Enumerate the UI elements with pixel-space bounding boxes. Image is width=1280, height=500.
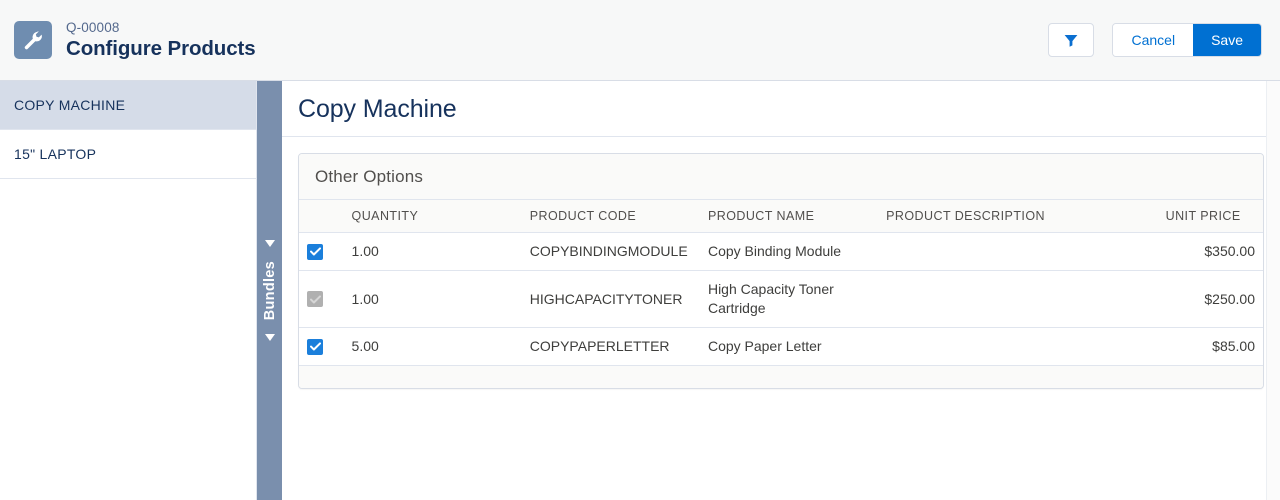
products-table-body: 1.00 COPYBINDINGMODULE Copy Binding Modu… bbox=[299, 232, 1263, 366]
vertical-scrollbar-gutter[interactable] bbox=[1266, 81, 1280, 500]
table-row: 1.00 HIGHCAPACITYTONER High Capacity Ton… bbox=[299, 270, 1263, 328]
filter-funnel-icon bbox=[1064, 34, 1078, 47]
cell-product-code: HIGHCAPACITYTONER bbox=[521, 270, 700, 328]
card-title: Other Options bbox=[315, 166, 424, 186]
table-row: 5.00 COPYPAPERLETTER Copy Paper Letter $… bbox=[299, 327, 1263, 366]
save-button[interactable]: Save bbox=[1193, 24, 1261, 56]
cell-product-code: COPYPAPERLETTER bbox=[521, 327, 700, 366]
cell-quantity: 5.00 bbox=[343, 327, 522, 366]
cell-product-code: COPYBINDINGMODULE bbox=[521, 232, 700, 271]
triangle-up-icon bbox=[264, 239, 275, 247]
row-select-cell bbox=[299, 232, 344, 271]
cell-quantity: 1.00 bbox=[343, 270, 522, 328]
main-header: Copy Machine bbox=[282, 81, 1280, 137]
filter-button[interactable] bbox=[1048, 23, 1095, 57]
page-title: Configure Products bbox=[66, 36, 256, 60]
bundle-title: Copy Machine bbox=[298, 94, 457, 123]
header-identity: Q-00008 Configure Products bbox=[14, 19, 1048, 62]
other-options-card: Other Options QUANTITY PRODUCT CODE PROD… bbox=[298, 153, 1264, 389]
cancel-button[interactable]: Cancel bbox=[1113, 24, 1194, 56]
cell-product-name: High Capacity Toner Cartridge bbox=[699, 270, 879, 328]
cell-product-name: Copy Paper Letter bbox=[699, 327, 879, 366]
sidebar-item-label: 15" LAPTOP bbox=[14, 146, 97, 162]
sidebar-item-label: COPY MACHINE bbox=[14, 97, 126, 113]
wrench-icon bbox=[14, 21, 52, 59]
column-header-quantity: QUANTITY bbox=[343, 200, 522, 233]
row-select-cell bbox=[299, 327, 344, 366]
main-content: Copy Machine Other Options QUANTITY PROD… bbox=[282, 81, 1280, 500]
main-scroll-area: Other Options QUANTITY PRODUCT CODE PROD… bbox=[282, 137, 1280, 500]
cell-product-description bbox=[878, 232, 1158, 271]
cell-unit-price: $85.00 bbox=[1157, 327, 1263, 366]
header-actions: Cancel Save bbox=[1048, 23, 1262, 57]
header-title-block: Q-00008 Configure Products bbox=[66, 19, 256, 62]
record-id: Q-00008 bbox=[66, 19, 120, 35]
triangle-down-icon bbox=[264, 334, 275, 342]
sidebar-item-copy-machine[interactable]: COPY MACHINE bbox=[0, 81, 256, 130]
column-header-unit-price: UNIT PRICE bbox=[1157, 200, 1263, 233]
cell-unit-price: $350.00 bbox=[1157, 232, 1263, 271]
row-checkbox[interactable] bbox=[307, 243, 323, 260]
column-header-select bbox=[299, 200, 344, 233]
bundles-collapse-tab[interactable]: Bundles bbox=[257, 81, 282, 500]
sidebar-item-15-laptop[interactable]: 15" LAPTOP bbox=[0, 130, 256, 179]
cell-product-description bbox=[878, 327, 1158, 366]
configure-products-page: Q-00008 Configure Products Cancel Save C… bbox=[0, 0, 1280, 500]
column-header-product-code: PRODUCT CODE bbox=[521, 200, 700, 233]
card-header: Other Options bbox=[299, 154, 1263, 200]
column-header-product-name: PRODUCT NAME bbox=[699, 200, 879, 233]
bundles-tab-label: Bundles bbox=[261, 260, 278, 321]
save-cancel-button-group: Cancel Save bbox=[1112, 23, 1262, 57]
row-checkbox[interactable] bbox=[307, 338, 323, 355]
cell-product-description bbox=[878, 270, 1158, 328]
row-select-cell bbox=[299, 270, 344, 328]
cell-product-name: Copy Binding Module bbox=[699, 232, 879, 271]
bundle-list-sidebar: COPY MACHINE 15" LAPTOP bbox=[0, 81, 257, 500]
page-header: Q-00008 Configure Products Cancel Save bbox=[0, 0, 1280, 81]
card-footer bbox=[299, 366, 1263, 388]
cell-unit-price: $250.00 bbox=[1157, 270, 1263, 328]
cell-quantity: 1.00 bbox=[343, 232, 522, 271]
table-row: 1.00 COPYBINDINGMODULE Copy Binding Modu… bbox=[299, 232, 1263, 271]
products-table-head: QUANTITY PRODUCT CODE PRODUCT NAME PRODU… bbox=[299, 200, 1263, 233]
products-table: QUANTITY PRODUCT CODE PRODUCT NAME PRODU… bbox=[299, 200, 1263, 366]
table-header-row: QUANTITY PRODUCT CODE PRODUCT NAME PRODU… bbox=[299, 200, 1263, 233]
bundles-tab-content: Bundles bbox=[261, 239, 278, 342]
page-body: COPY MACHINE 15" LAPTOP Bundles Copy Mac… bbox=[0, 81, 1280, 500]
row-checkbox-disabled bbox=[307, 291, 323, 307]
column-header-product-description: PRODUCT DESCRIPTION bbox=[878, 200, 1158, 233]
